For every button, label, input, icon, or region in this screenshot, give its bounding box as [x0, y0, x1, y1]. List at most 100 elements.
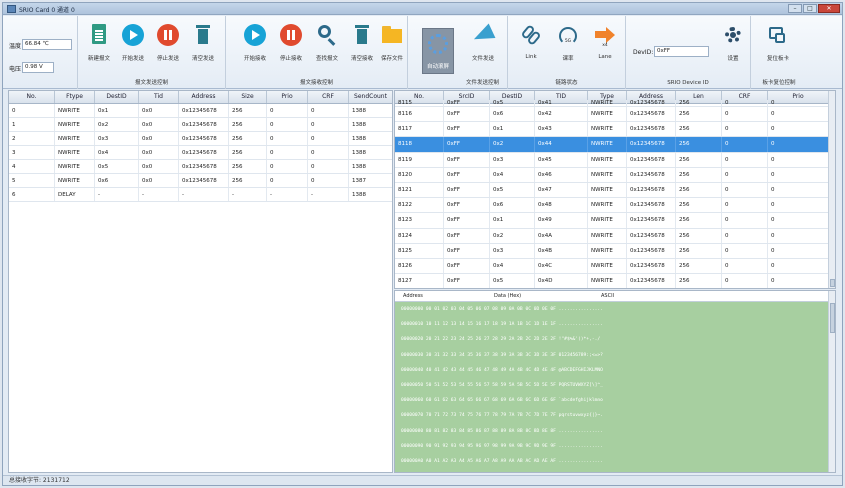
send-col-destid[interactable]: DestID	[95, 91, 139, 103]
table-cell: 0xFF	[444, 167, 490, 182]
table-row[interactable]: 8117 0xFF 0x1 0x43 NWRITE 0x12345678 256 0 0	[395, 122, 829, 138]
table-cell: 256	[676, 152, 722, 167]
hex-dump-view[interactable]: Address Data (Hex) ASCII 00000000 00 01 …	[394, 290, 836, 473]
send-icon	[470, 23, 496, 47]
link-status-button[interactable]: Link	[516, 24, 546, 68]
hex-view-scrollbar[interactable]	[828, 291, 835, 472]
table-cell: 0x45	[535, 152, 588, 167]
receive-packet-table[interactable]: No. SrcID DestID TID Type Address Len CRF Prio 8…	[394, 90, 836, 289]
save-file-button[interactable]: 保存文件	[377, 24, 407, 68]
close-button[interactable]: ✕	[818, 4, 840, 13]
table-row[interactable]: 6 DELAY - - - - - -1388	[9, 188, 392, 202]
reset-card-button[interactable]: 复位板卡	[763, 24, 793, 68]
play-icon	[122, 24, 144, 46]
table-cell: 0x12345678	[627, 243, 676, 258]
table-row[interactable]: 8122 0xFF 0x6 0x48 NWRITE 0x12345678 256 0 0	[395, 198, 829, 214]
hex-line: 00000090 90 91 92 93 94 95 96 97 98 99 9…	[401, 443, 603, 449]
send-col-crf[interactable]: CRF	[308, 91, 349, 103]
table-cell: 256	[676, 167, 722, 182]
table-row[interactable]: 8116 0xFF 0x6 0x42 NWRITE 0x12345678 256 0 0	[395, 107, 829, 123]
send-packet-table[interactable]: No. Ftype DestID Tid Address Size Prio CRF SendC…	[8, 90, 393, 473]
table-cell: NWRITE	[55, 132, 95, 145]
maximize-button[interactable]: □	[803, 4, 817, 13]
stop-send-button[interactable]: 停止发送	[153, 24, 183, 68]
table-cell: 0x12345678	[627, 167, 676, 182]
send-table-header: No. Ftype DestID Tid Address Size Prio CRF SendC…	[9, 91, 392, 104]
table-cell: 0x4	[490, 167, 535, 182]
table-row[interactable]: 4 NWRITE 0x5 0x0 0x12345678 256 0 0 1388	[9, 160, 392, 174]
receive-scroll-thumb[interactable]	[830, 279, 835, 287]
new-packet-button[interactable]: 新建报文	[84, 24, 114, 68]
table-cell: 8120	[395, 167, 444, 182]
devid-input[interactable]: 0xFF	[654, 46, 709, 57]
table-cell: 0	[768, 213, 829, 228]
send-col-size[interactable]: Size	[229, 91, 267, 103]
table-cell: 0	[768, 228, 829, 243]
table-row[interactable]: 3 NWRITE 0x4 0x0 0x12345678 256 0 0 1388	[9, 146, 392, 160]
stop-receive-button[interactable]: 停止接收	[276, 24, 306, 68]
table-cell: 4	[9, 160, 55, 173]
group-label-file-send: 文件发送控制	[465, 80, 499, 86]
document-icon	[92, 24, 106, 44]
table-cell: 8123	[395, 213, 444, 228]
table-cell: 1387	[349, 174, 392, 187]
table-row[interactable]: 8125 0xFF 0x3 0x4B NWRITE 0x12345678 256 0 0	[395, 243, 829, 259]
file-send-button[interactable]: 文件发送	[468, 23, 498, 68]
table-cell: 0x12345678	[179, 174, 229, 187]
hex-scroll-thumb[interactable]	[830, 303, 835, 333]
group-label-receive: 报文接收控制	[299, 80, 333, 86]
table-cell: 0	[722, 100, 768, 106]
table-row[interactable]: 5 NWRITE 0x6 0x0 0x12345678 256 0 0 1387	[9, 174, 392, 188]
table-row[interactable]: 8124 0xFF 0x2 0x4A NWRITE 0x12345678 256 0 0	[395, 228, 829, 244]
minimize-button[interactable]: –	[788, 4, 802, 13]
window-title: SRIO Card 0 通道 0	[19, 7, 75, 14]
table-row[interactable]: 8119 0xFF 0x3 0x45 NWRITE 0x12345678 256 0 0	[395, 152, 829, 168]
table-cell: 256	[676, 100, 722, 106]
send-col-ftype[interactable]: Ftype	[55, 91, 95, 103]
send-col-sendcount[interactable]: SendCount	[349, 91, 392, 103]
table-row[interactable]: 8118 0xFF 0x2 0x44 NWRITE 0x12345678 256 0 0	[395, 137, 829, 153]
table-row[interactable]: 8120 0xFF 0x4 0x46 NWRITE 0x12345678 256 0 0	[395, 167, 829, 183]
send-col-no-[interactable]: No.	[9, 91, 55, 103]
table-cell: 0	[267, 104, 308, 117]
table-row[interactable]: 8127 0xFF 0x5 0x4D NWRITE 0x12345678 256 0 0	[395, 274, 829, 288]
table-cell: 0x44	[535, 137, 588, 152]
settings-button[interactable]: 设置	[718, 24, 748, 68]
table-row[interactable]: 8115 0xFF 0x5 0x41 NWRITE 0x12345678 256 0 0	[395, 100, 829, 107]
table-cell: 8127	[395, 274, 444, 288]
find-packet-button[interactable]: 查找报文	[312, 24, 342, 68]
table-cell: 8117	[395, 122, 444, 137]
lane-button[interactable]: x4 Lane	[590, 24, 620, 68]
clear-send-button[interactable]: 清空发送	[188, 24, 218, 68]
table-row[interactable]: 1 NWRITE 0x2 0x0 0x12345678 256 0 0 1388	[9, 118, 392, 132]
rate-button[interactable]: 5G 课率	[553, 24, 583, 68]
table-cell: 0	[768, 167, 829, 182]
table-cell: 256	[229, 174, 267, 187]
table-cell: 0	[722, 258, 768, 274]
hex-line: 00000080 80 81 82 83 84 85 86 87 88 89 8…	[401, 428, 603, 434]
table-row[interactable]: 8126 0xFF 0x4 0x4C NWRITE 0x12345678 256 0 0	[395, 258, 829, 275]
table-row[interactable]: 8123 0xFF 0x1 0x49 NWRITE 0x12345678 256 0 0	[395, 213, 829, 229]
title-bar[interactable]: SRIO Card 0 通道 0 – □ ✕	[3, 3, 842, 15]
send-col-address[interactable]: Address	[179, 91, 229, 103]
table-cell: 0	[768, 122, 829, 137]
hex-line: 00000020 20 21 22 23 24 25 26 27 28 29 2…	[401, 337, 601, 343]
start-send-button[interactable]: 开始发送	[118, 24, 148, 68]
table-cell: 0x1	[490, 213, 535, 228]
table-row[interactable]: 0 NWRITE 0x1 0x0 0x12345678 256 0 0 1388	[9, 104, 392, 118]
send-col-tid[interactable]: Tid	[139, 91, 179, 103]
table-cell: 0	[308, 132, 349, 145]
table-cell: 0	[722, 137, 768, 152]
start-receive-button[interactable]: 开始接收	[240, 24, 270, 68]
table-row[interactable]: 8121 0xFF 0x5 0x47 NWRITE 0x12345678 256 0 0	[395, 182, 829, 199]
table-cell: 0	[722, 228, 768, 243]
table-cell: 0x0	[139, 160, 179, 173]
auto-scroll-button[interactable]: 自动滚屏	[422, 28, 454, 74]
stop-icon	[157, 24, 179, 46]
receive-table-scrollbar[interactable]	[828, 91, 835, 288]
send-col-prio[interactable]: Prio	[267, 91, 308, 103]
table-cell: 0x4D	[535, 274, 588, 288]
table-cell: -	[267, 188, 308, 201]
table-row[interactable]: 2 NWRITE 0x3 0x0 0x12345678 256 0 0 1388	[9, 132, 392, 146]
table-cell: 0x2	[490, 228, 535, 243]
